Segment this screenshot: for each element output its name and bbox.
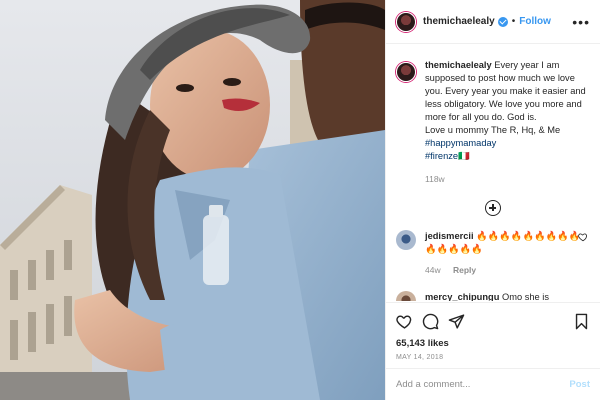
- commenter-avatar[interactable]: [396, 291, 416, 301]
- caption-body: themichaelealy Every year I am supposed …: [425, 59, 590, 186]
- couple-selfie-image: [0, 0, 385, 400]
- comment-text: Omo she is: [502, 292, 550, 301]
- caption-time[interactable]: 118w: [425, 173, 590, 186]
- dot-separator: •: [511, 16, 516, 27]
- profile-avatar[interactable]: [396, 11, 416, 32]
- caption-avatar[interactable]: [396, 62, 416, 82]
- comment-input[interactable]: [396, 379, 570, 390]
- comment-username[interactable]: jedismercii: [425, 231, 474, 241]
- commenter-avatar[interactable]: [396, 230, 416, 250]
- caption-username[interactable]: themichaelealy: [425, 60, 492, 70]
- reply-button[interactable]: Reply: [453, 265, 476, 275]
- follow-button[interactable]: Follow: [519, 16, 551, 27]
- plus-circle-icon[interactable]: [485, 200, 501, 216]
- post-header: themichaelealy • Follow •••: [386, 0, 600, 44]
- post-date[interactable]: MAY 14, 2018: [396, 354, 590, 361]
- hashtag-link[interactable]: #happymamaday: [425, 137, 590, 150]
- hashtag-link[interactable]: #firenze🇮🇹: [425, 150, 590, 163]
- caption: themichaelealy Every year I am supposed …: [396, 59, 590, 186]
- paper-plane-icon[interactable]: [448, 313, 465, 330]
- more-options-icon[interactable]: •••: [572, 15, 590, 29]
- comment-item: mercy_chipungu Omo she is: [396, 291, 590, 301]
- post-photo[interactable]: [0, 0, 385, 400]
- comment-meta: 44w Reply: [425, 264, 585, 277]
- comment-body: mercy_chipungu Omo she is: [425, 291, 585, 301]
- comment-body: jedismercii 🔥🔥🔥🔥🔥🔥🔥🔥🔥🔥🔥🔥🔥🔥 44w Reply: [425, 230, 585, 277]
- heart-icon[interactable]: [396, 313, 413, 330]
- bookmark-icon[interactable]: [573, 313, 590, 330]
- action-bar: [396, 309, 590, 333]
- comment-bubble-icon[interactable]: [422, 313, 439, 330]
- comment-item: jedismercii 🔥🔥🔥🔥🔥🔥🔥🔥🔥🔥🔥🔥🔥🔥 44w Reply: [396, 230, 590, 277]
- add-comment-bar: Post: [386, 368, 600, 400]
- comment-like-heart-icon[interactable]: [578, 232, 588, 242]
- load-more-comments[interactable]: [396, 200, 590, 216]
- caption-signoff: Love u mommy The R, Hq, & Me: [425, 125, 561, 135]
- actions-area: 65,143 likes MAY 14, 2018: [386, 302, 600, 361]
- comment-time: 44w: [425, 265, 441, 275]
- verified-badge-icon: [497, 16, 508, 27]
- header-username[interactable]: themichaelealy: [423, 16, 495, 27]
- comments-list[interactable]: themichaelealy Every year I am supposed …: [386, 45, 600, 301]
- instagram-post: themichaelealy • Follow ••• themichaelea…: [0, 0, 600, 400]
- post-side-panel: themichaelealy • Follow ••• themichaelea…: [385, 0, 600, 400]
- likes-count[interactable]: 65,143 likes: [396, 338, 590, 349]
- post-comment-button[interactable]: Post: [569, 379, 590, 390]
- comment-username[interactable]: mercy_chipungu: [425, 292, 499, 301]
